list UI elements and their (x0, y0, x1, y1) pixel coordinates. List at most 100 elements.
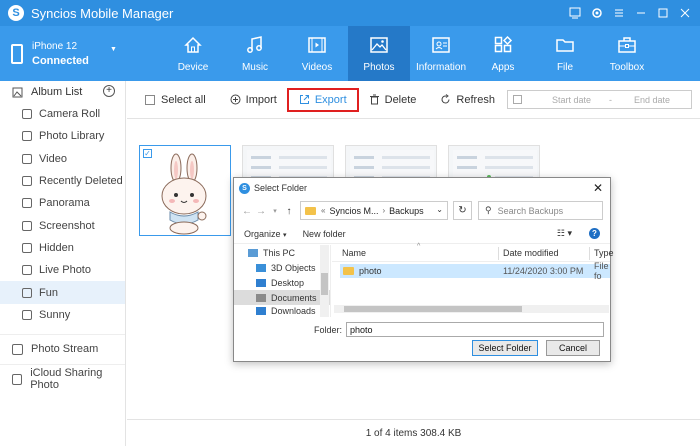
computer-icon (248, 248, 258, 257)
sidebar-item-panorama[interactable]: Panorama (0, 192, 125, 214)
folder-name-input[interactable]: photo (346, 322, 605, 337)
dialog-toolbar: Organize ▾ New folder ☷ ▾ ? (234, 224, 610, 244)
tree-item-3d-objects[interactable]: 3D Objects (234, 260, 330, 275)
select-all-checkbox[interactable]: Select all (145, 89, 206, 111)
import-label: Import (245, 93, 277, 106)
sidebar-item-label: Panorama (39, 197, 90, 210)
tree-scrollbar[interactable] (320, 245, 329, 317)
file-type: File fo (594, 261, 609, 281)
search-input[interactable]: ⚲ Search Backups (478, 201, 603, 220)
settings-icon[interactable] (588, 4, 606, 22)
sidebar-item-photo-stream[interactable]: Photo Stream (0, 333, 125, 364)
forward-arrow-icon[interactable]: → (254, 206, 268, 217)
menu-icon[interactable] (610, 4, 628, 22)
refresh-icon (440, 94, 451, 105)
end-date-field[interactable]: End date (634, 95, 670, 105)
tab-label: Device (177, 62, 209, 73)
checkbox-icon (145, 94, 155, 105)
organize-button[interactable]: Organize ▾ (244, 229, 287, 239)
photo-thumbnail-selected[interactable]: ✓ (139, 145, 231, 236)
close-icon[interactable] (676, 4, 694, 22)
export-button[interactable]: Export (286, 87, 359, 112)
device-selector[interactable]: iPhone 12 Connected ▼ (0, 26, 128, 81)
scrollbar-thumb[interactable] (344, 306, 522, 312)
desktop-icon (256, 278, 266, 287)
tree-item-label: 3D Objects (271, 262, 316, 273)
column-header-type[interactable]: Type (594, 248, 614, 258)
scrollbar-thumb[interactable] (321, 273, 328, 295)
sidebar-item-camera-roll[interactable]: Camera Roll (0, 103, 125, 125)
sidebar-item-label: Video (39, 152, 67, 165)
add-album-icon[interactable]: + (103, 85, 115, 97)
address-bar[interactable]: « Syncios M... › Backups ⌄ (300, 201, 448, 220)
chevron-down-icon[interactable]: ⌄ (436, 205, 443, 214)
delete-button[interactable]: Delete (369, 89, 416, 111)
maximize-icon[interactable] (654, 4, 672, 22)
tab-videos[interactable]: Videos (286, 26, 348, 81)
album-list-header[interactable]: Album List + (0, 81, 125, 103)
horizontal-scrollbar[interactable] (334, 305, 609, 313)
check-icon[interactable]: ✓ (143, 149, 152, 158)
chevron-down-icon[interactable]: ▼ (110, 46, 117, 53)
column-header-name[interactable]: Name (342, 248, 366, 258)
view-options-icon[interactable]: ☷ ▾ (557, 228, 572, 239)
app-title: Syncios Mobile Manager (31, 5, 174, 21)
feedback-icon[interactable] (566, 4, 584, 22)
up-arrow-icon[interactable]: ↑ (282, 206, 296, 217)
tab-toolbox[interactable]: Toolbox (596, 26, 658, 81)
sidebar-item-sunny[interactable]: Sunny (0, 304, 125, 326)
sidebar-item-video[interactable]: Video (0, 148, 125, 170)
cancel-button[interactable]: Cancel (546, 340, 600, 356)
file-row-selected[interactable]: photo 11/24/2020 3:00 PM File fo (340, 261, 610, 281)
sidebar-item-label: Fun (39, 286, 58, 299)
tree-item-desktop[interactable]: Desktop (234, 275, 330, 290)
file-name: photo (359, 266, 382, 276)
contact-card-icon (431, 35, 451, 55)
refresh-icon: ↻ (458, 205, 467, 216)
start-date-field[interactable]: Start date (552, 95, 591, 105)
help-icon[interactable]: ? (589, 228, 600, 239)
back-arrow-icon[interactable]: ← (240, 206, 254, 217)
tab-information[interactable]: Information (410, 26, 472, 81)
tree-item-downloads[interactable]: Downloads (234, 305, 330, 317)
new-folder-button[interactable]: New folder (303, 229, 346, 239)
tree-item-this-pc[interactable]: This PC (234, 245, 330, 260)
tree-item-documents[interactable]: Documents (234, 290, 330, 305)
nav-tabs: Device Music Videos Photos Information A… (162, 26, 658, 81)
refresh-button[interactable]: ↻ (453, 201, 472, 220)
import-icon (230, 94, 241, 105)
tab-photos[interactable]: Photos (348, 26, 410, 81)
refresh-label: Refresh (456, 93, 495, 106)
sidebar-item-screenshot[interactable]: Screenshot (0, 214, 125, 236)
tab-file[interactable]: File (534, 26, 596, 81)
title-bar: S Syncios Mobile Manager (0, 0, 700, 26)
tab-apps[interactable]: Apps (472, 26, 534, 81)
date-range-filter[interactable]: Start date - End date (507, 90, 692, 109)
refresh-button[interactable]: Refresh (440, 89, 495, 111)
sidebar-item-photo-library[interactable]: Photo Library (0, 125, 125, 147)
sidebar-item-hidden[interactable]: Hidden (0, 237, 125, 259)
trash-icon (369, 94, 380, 105)
trash-album-icon (22, 176, 32, 187)
sidebar-item-live-photo[interactable]: Live Photo (0, 259, 125, 281)
window-controls (566, 4, 694, 22)
import-button[interactable]: Import (230, 89, 277, 111)
breadcrumb-overflow-icon[interactable]: « (321, 206, 325, 215)
select-folder-button[interactable]: Select Folder (472, 340, 538, 356)
close-icon[interactable]: ✕ (593, 181, 603, 195)
video-icon (22, 153, 32, 164)
minimize-icon[interactable] (632, 4, 650, 22)
phone-icon (11, 43, 23, 64)
recent-dropdown-icon[interactable]: ▾ (268, 207, 282, 215)
sidebar-item-recently-deleted[interactable]: Recently Deleted (0, 170, 125, 192)
tab-device[interactable]: Device (162, 26, 224, 81)
image-icon (369, 35, 389, 55)
column-header-date[interactable]: Date modified (503, 248, 559, 258)
folder-name-row: Folder: photo (314, 322, 605, 337)
breadcrumb-item[interactable]: Syncios M... (329, 206, 378, 216)
tab-music[interactable]: Music (224, 26, 286, 81)
breadcrumb-item[interactable]: Backups (389, 206, 424, 216)
sidebar-item-icloud-sharing[interactable]: iCloud Sharing Photo (0, 363, 125, 394)
home-icon (183, 35, 203, 55)
sidebar-item-fun[interactable]: Fun (0, 281, 125, 304)
